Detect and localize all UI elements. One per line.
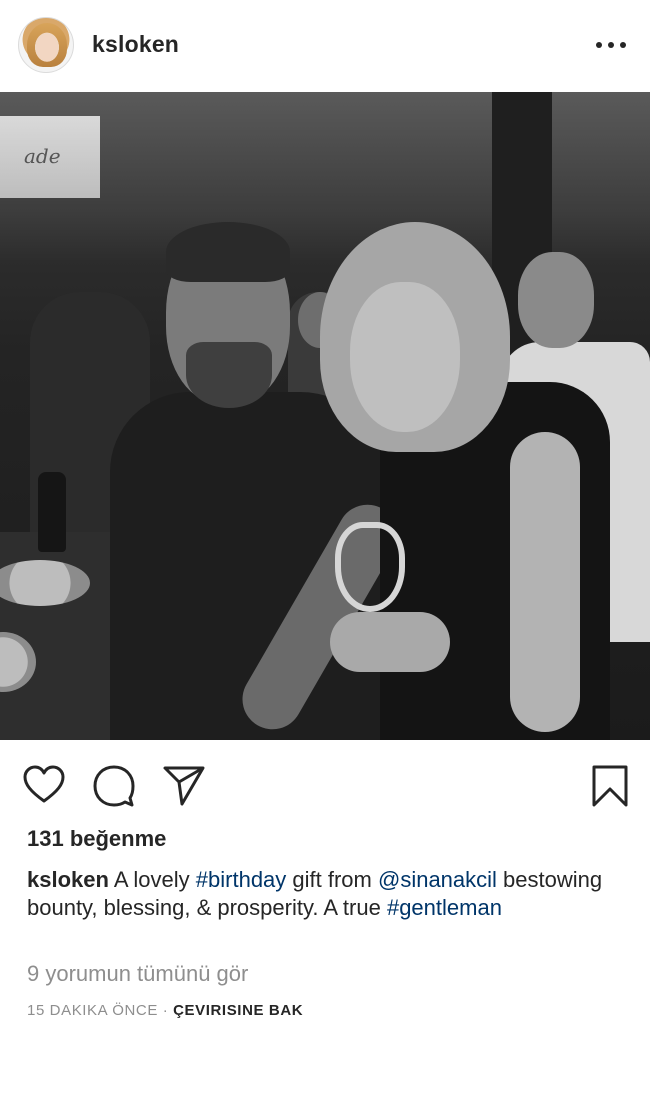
- heart-icon[interactable]: [22, 764, 66, 808]
- hashtag-link[interactable]: #gentleman: [387, 895, 502, 920]
- photo-restaurant-sign: ade: [0, 116, 100, 198]
- paper-plane-icon[interactable]: [162, 764, 206, 808]
- post-time: 15 DAKIKA ÖNCE: [27, 1002, 158, 1019]
- caption-username[interactable]: ksloken: [27, 867, 109, 892]
- woman-face: [350, 282, 460, 432]
- view-all-comments-link[interactable]: 9 yorumun tümünü gör: [27, 961, 248, 987]
- hashtag-link[interactable]: #birthday: [196, 867, 287, 892]
- likes-count[interactable]: 131 beğenme: [27, 826, 166, 852]
- comment-bubble-icon[interactable]: [92, 764, 136, 808]
- avatar[interactable]: [18, 17, 74, 73]
- more-dot: [596, 42, 602, 48]
- man-hair: [166, 222, 290, 282]
- post-header: ksloken: [0, 0, 650, 92]
- post-caption: ksloken A lovely #birthday gift from @si…: [27, 866, 627, 922]
- photo-bottle: [38, 472, 66, 552]
- avatar-face: [37, 35, 57, 61]
- caption-text: gift from: [286, 867, 378, 892]
- post-photo[interactable]: ade: [0, 92, 650, 740]
- caption-text: A lovely: [108, 867, 196, 892]
- woman-arm: [510, 432, 580, 732]
- see-translation-link[interactable]: ÇEVIRISINE BAK: [173, 1002, 303, 1019]
- post-actions: [0, 740, 650, 826]
- photo-gift-bracelet: [335, 522, 405, 612]
- bookmark-icon[interactable]: [588, 764, 632, 808]
- mention-link[interactable]: @sinanakcil: [378, 867, 497, 892]
- more-dot: [620, 42, 626, 48]
- man-beard: [186, 342, 272, 408]
- meta-separator: ·: [157, 1002, 174, 1019]
- more-options-icon[interactable]: [596, 42, 626, 50]
- post-meta: 15 DAKIKA ÖNCE · ÇEVIRISINE BAK: [27, 1002, 303, 1019]
- photo-hand: [330, 612, 450, 672]
- more-dot: [608, 42, 614, 48]
- username-link[interactable]: ksloken: [92, 31, 179, 58]
- sign-script-text: ade: [24, 144, 61, 168]
